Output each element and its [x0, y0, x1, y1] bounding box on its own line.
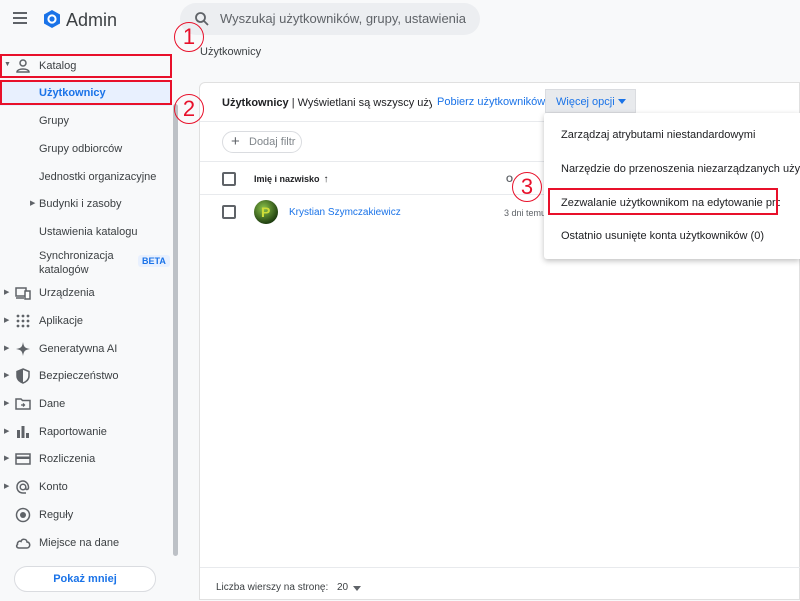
- highlight-box-katalog: [0, 54, 172, 78]
- menu-item-transfer-tool[interactable]: Narzędzie do przenoszenia niezarządzanyc…: [544, 154, 800, 184]
- sidebar-item-label: Dane: [39, 398, 66, 410]
- sidebar-item-generatywna-ai[interactable]: ▶ Generatywna AI: [0, 336, 172, 362]
- rows-per-page-label: Liczba wierszy na stronę:: [216, 582, 329, 593]
- sidebar-item-label: Budynki i zasoby: [39, 198, 122, 210]
- sparkle-icon: [16, 342, 30, 356]
- menu-item-custom-attributes[interactable]: Zarządzaj atrybutami niestandardowymi: [544, 120, 800, 150]
- column-header-name[interactable]: Imię i nazwisko ↑: [254, 174, 329, 185]
- sidebar-item-label-line2: katalogów: [39, 264, 89, 276]
- card-title-rest: | Wyświetlani są wszyscy użytkownicy: [291, 97, 432, 109]
- sidebar-item-bezpieczenstwo[interactable]: ▶ Bezpieczeństwo: [0, 363, 172, 389]
- top-bar: Admin Wyszukaj użytkowników, grupy, usta…: [0, 0, 800, 42]
- expand-right-icon[interactable]: ▶: [4, 371, 9, 379]
- rows-per-page-select[interactable]: 20: [337, 582, 348, 593]
- sidebar-item-aplikacje[interactable]: ▶ Aplikacje: [0, 308, 172, 334]
- breadcrumb: Użytkownicy: [200, 46, 262, 58]
- app-title: Admin: [66, 10, 118, 30]
- devices-icon: [15, 287, 31, 300]
- annotation-step-2: 2: [174, 94, 204, 124]
- avatar-letter: P: [261, 204, 271, 220]
- rules-icon: [15, 507, 31, 523]
- sidebar-item-budynki[interactable]: ▶ Budynki i zasoby: [0, 191, 172, 217]
- sidebar-item-rozliczenia[interactable]: ▶ Rozliczenia: [0, 446, 172, 472]
- sidebar-item-grupy-odbiorcow[interactable]: Grupy odbiorców: [0, 136, 172, 162]
- expand-right-icon[interactable]: ▶: [30, 199, 35, 207]
- sidebar-item-reguly[interactable]: Reguły: [0, 502, 172, 528]
- search-box[interactable]: Wyszukaj użytkowników, grupy, ustawienia: [180, 3, 480, 35]
- sidebar-item-urzadzenia[interactable]: ▶ Urządzenia: [0, 280, 172, 306]
- sidebar-item-label: Reguły: [39, 509, 74, 521]
- user-name-link[interactable]: Krystian Szymczakiewicz: [289, 207, 401, 218]
- hamburger-menu-icon[interactable]: [13, 12, 27, 24]
- more-options-menu: Zarządzaj atrybutami niestandardowymi Na…: [544, 113, 800, 259]
- sidebar-scrollbar[interactable]: [173, 104, 178, 556]
- credit-card-icon: [15, 453, 31, 465]
- show-less-button[interactable]: Pokaż mniej: [14, 566, 156, 592]
- cloud-icon: [15, 538, 31, 549]
- sidebar-item-jednostki[interactable]: Jednostki organizacyjne: [0, 164, 172, 190]
- expand-right-icon[interactable]: ▶: [4, 316, 9, 324]
- apps-grid-icon: [16, 314, 30, 328]
- bar-chart-icon: [17, 426, 29, 438]
- sidebar-item-label: Miejsce na dane: [39, 537, 120, 549]
- sidebar-item-label: Konto: [39, 481, 68, 493]
- sort-up-icon[interactable]: ↑: [324, 174, 329, 185]
- sidebar-item-dane[interactable]: ▶ Dane: [0, 391, 172, 417]
- expand-right-icon[interactable]: ▶: [4, 344, 9, 352]
- sidebar-item-label: Generatywna AI: [39, 343, 118, 355]
- folder-icon: [15, 398, 31, 410]
- expand-right-icon[interactable]: ▶: [4, 288, 9, 296]
- shield-icon: [16, 368, 30, 384]
- sidebar-item-raportowanie[interactable]: ▶ Raportowanie: [0, 419, 172, 445]
- expand-right-icon[interactable]: ▶: [4, 482, 9, 490]
- sidebar-item-label: Ustawienia katalogu: [39, 226, 138, 238]
- annotation-step-1: 1: [174, 22, 204, 52]
- admin-logo-icon: [44, 10, 60, 28]
- sidebar-item-konto[interactable]: ▶ Konto: [0, 474, 172, 500]
- plus-icon: +: [231, 133, 240, 150]
- sidebar-item-label: Urządzenia: [39, 287, 95, 299]
- menu-item-deleted-accounts[interactable]: Ostatnio usunięte konta użytkowników (0): [544, 221, 800, 251]
- expand-right-icon[interactable]: ▶: [4, 427, 9, 435]
- sidebar-item-label: Raportowanie: [39, 426, 107, 438]
- sidebar-item-label: Jednostki organizacyjne: [39, 171, 157, 183]
- select-all-checkbox[interactable]: [222, 172, 236, 186]
- sidebar-item-label: Grupy odbiorców: [39, 143, 123, 155]
- row-date: 3 dni temu: [504, 208, 547, 218]
- sidebar-item-label: Rozliczenia: [39, 453, 96, 465]
- sidebar-item-grupy[interactable]: Grupy: [0, 108, 172, 134]
- table-footer: Liczba wierszy na stronę: 20: [200, 567, 800, 601]
- caret-down-icon: [618, 99, 626, 104]
- more-options-label: Więcej opcji: [556, 96, 615, 108]
- column-name-label: Imię i nazwisko: [254, 174, 320, 184]
- annotation-step-3: 3: [512, 172, 542, 202]
- sidebar-item-ustawienia-katalogu[interactable]: Ustawienia katalogu: [0, 219, 172, 245]
- sidebar-item-miejsce-na-dane[interactable]: Miejsce na dane: [0, 530, 172, 556]
- search-input[interactable]: Wyszukaj użytkowników, grupy, ustawienia: [220, 11, 466, 26]
- sidebar: ▼ Katalog Użytkownicy Grupy Grupy odbior…: [0, 42, 180, 600]
- row-checkbox[interactable]: [222, 205, 236, 219]
- highlight-box-menu-item: [548, 188, 778, 215]
- download-users-link[interactable]: Pobierz użytkowników: [437, 96, 545, 108]
- more-options-button[interactable]: Więcej opcji: [545, 89, 636, 113]
- sidebar-item-synchronizacja[interactable]: Synchronizacja katalogów BETA: [0, 246, 172, 280]
- beta-badge: BETA: [138, 255, 170, 267]
- highlight-box-uzytkownicy: [0, 80, 172, 105]
- expand-right-icon[interactable]: ▶: [4, 454, 9, 462]
- add-filter-label: Dodaj filtr: [249, 136, 296, 148]
- avatar: P: [254, 200, 278, 224]
- add-filter-button[interactable]: + Dodaj filtr: [222, 131, 302, 153]
- card-title: Użytkownicy | Wyświetlani są wszyscy uży…: [222, 97, 432, 109]
- sidebar-item-label: Grupy: [39, 115, 69, 127]
- card-title-bold: Użytkownicy: [222, 97, 289, 109]
- expand-right-icon[interactable]: ▶: [4, 399, 9, 407]
- caret-down-icon[interactable]: [353, 586, 361, 591]
- at-sign-icon: [16, 480, 30, 494]
- sidebar-item-label: Bezpieczeństwo: [39, 370, 119, 382]
- sidebar-item-label: Aplikacje: [39, 315, 84, 327]
- sidebar-item-label-line1: Synchronizacja: [39, 250, 114, 262]
